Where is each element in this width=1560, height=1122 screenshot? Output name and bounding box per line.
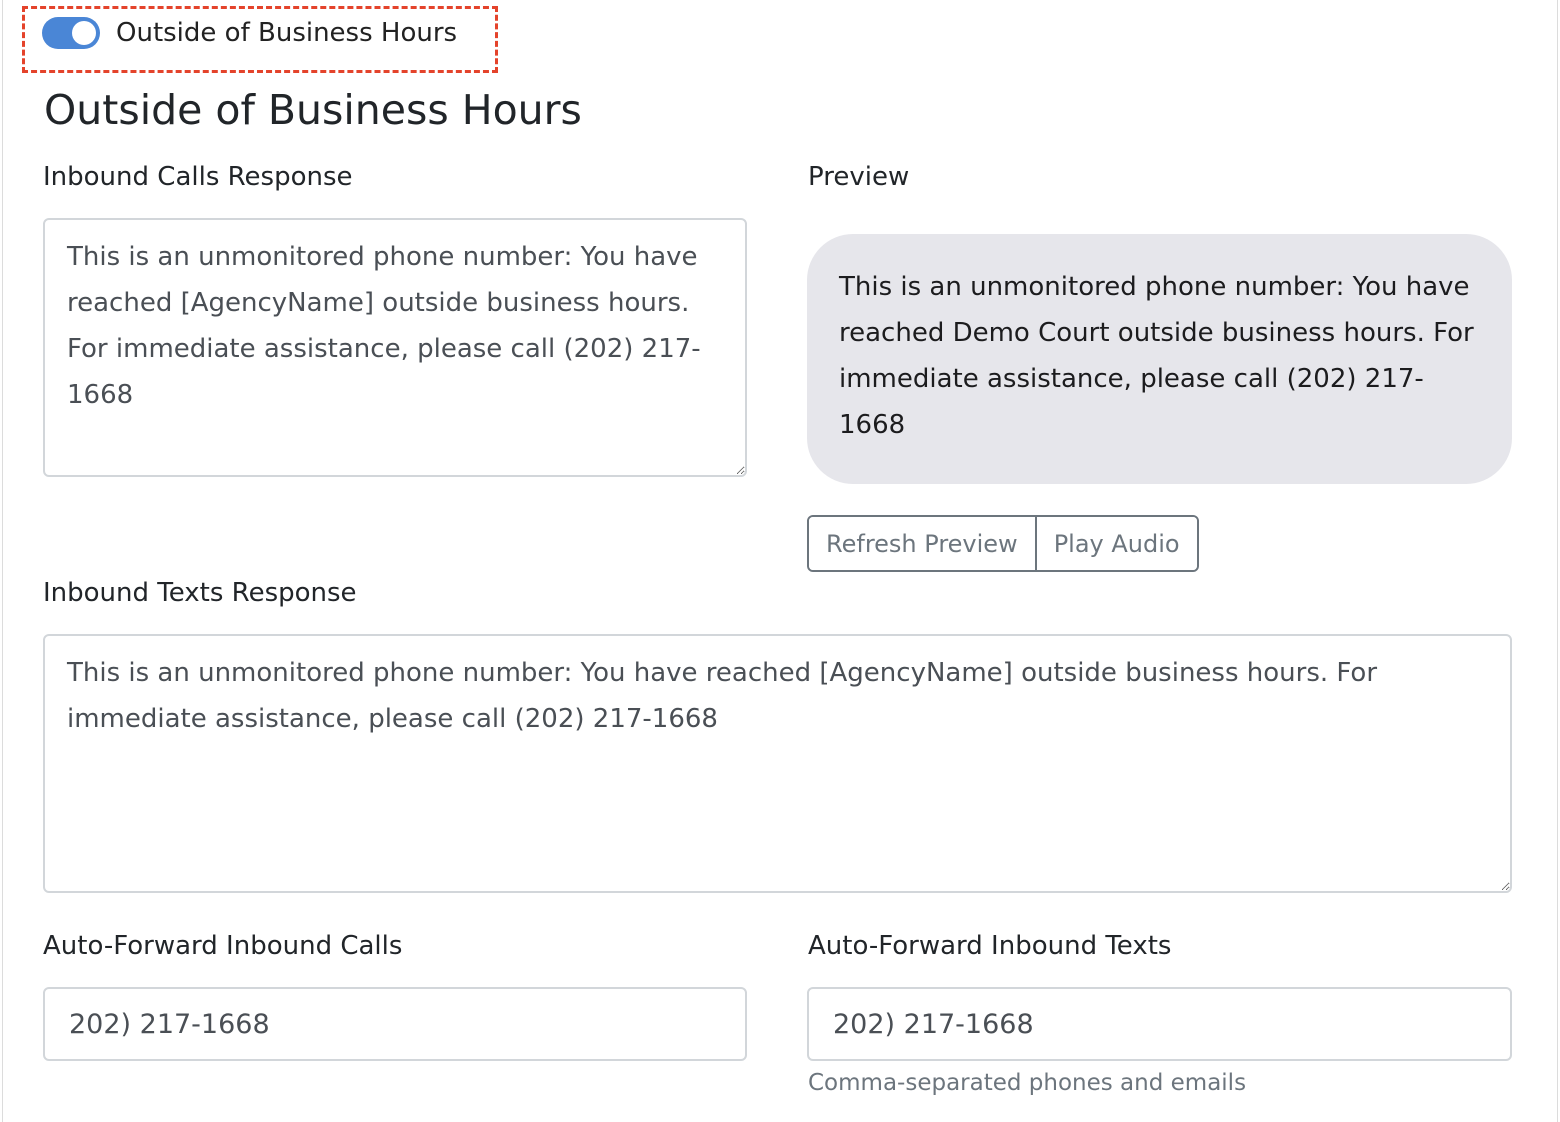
auto-forward-calls-label: Auto-Forward Inbound Calls [43,931,403,961]
refresh-preview-button[interactable]: Refresh Preview [809,517,1035,570]
auto-forward-help-text: Comma-separated phones and emails [808,1070,1247,1096]
business-hours-toggle-switch[interactable] [42,17,100,49]
inbound-calls-label: Inbound Calls Response [43,162,353,192]
preview-message-bubble: This is an unmonitored phone number: You… [807,234,1512,484]
right-border [1557,0,1558,1122]
toggle-label[interactable]: Outside of Business Hours [116,18,457,48]
preview-label: Preview [808,162,910,192]
auto-forward-texts-label: Auto-Forward Inbound Texts [808,931,1172,961]
auto-forward-calls-input[interactable] [43,987,747,1061]
inbound-texts-response-textarea[interactable] [43,634,1512,893]
inbound-texts-label: Inbound Texts Response [43,578,357,608]
auto-forward-texts-input[interactable] [807,987,1512,1061]
inbound-calls-response-textarea[interactable] [43,218,747,477]
play-audio-button[interactable]: Play Audio [1034,517,1197,570]
preview-button-group: Refresh Preview Play Audio [807,515,1199,572]
business-hours-toggle-row: Outside of Business Hours [42,14,457,52]
page-title: Outside of Business Hours [44,86,582,134]
left-border [2,0,3,1122]
toggle-knob [72,21,96,45]
